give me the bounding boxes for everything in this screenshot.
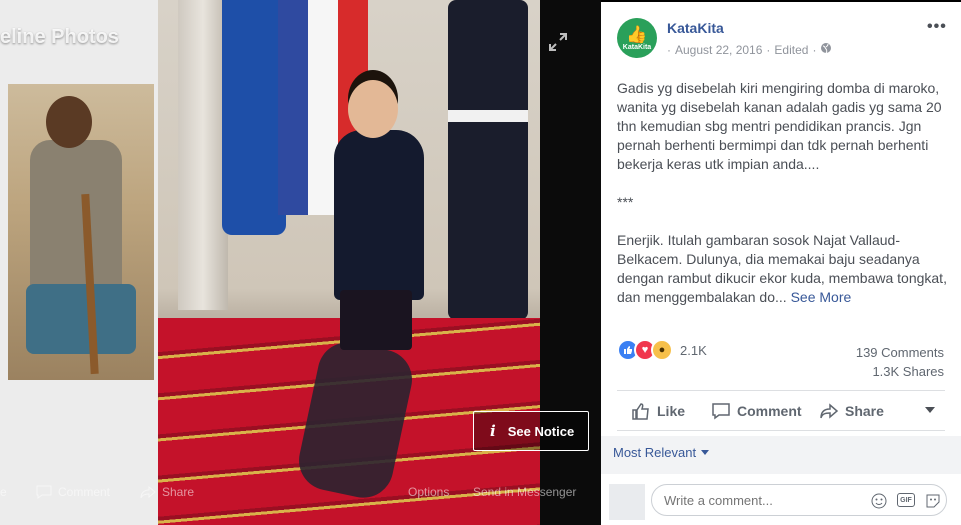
see-notice-label: See Notice <box>507 423 575 439</box>
comment-icon <box>36 485 52 499</box>
gif-icon[interactable]: GIF <box>897 493 915 507</box>
wow-reaction-icon: ● <box>651 339 673 361</box>
reactions-summary[interactable]: ♥ ● 2.1K <box>617 339 707 361</box>
user-avatar <box>609 484 645 520</box>
like-button[interactable]: Like <box>631 402 685 420</box>
share-icon <box>140 485 156 499</box>
comments-section: Most Relevant GIF <box>601 436 961 525</box>
page-name-link[interactable]: KataKita <box>667 20 724 36</box>
comment-tools: GIF <box>871 493 941 509</box>
post-date[interactable]: August 22, 2016 <box>675 43 762 57</box>
post-caption: Gadis yg disebelah kiri mengiring domba … <box>617 79 947 326</box>
post-action-bar: Like Comment Share <box>617 396 945 426</box>
divider <box>617 390 945 391</box>
edited-label[interactable]: Edited <box>774 43 808 57</box>
caption-paragraph: Enerjik. Itulah gambaran sosok Najat Val… <box>617 232 947 305</box>
chevron-down-icon[interactable] <box>925 407 935 413</box>
caret-down-icon <box>701 450 710 455</box>
post-panel: 👍 KataKita KataKita · August 22, 2016 · … <box>601 2 961 525</box>
photo-viewer: eline Photos i See Notice e Comment Shar… <box>0 0 601 525</box>
photo-comment-action[interactable]: Comment <box>36 485 110 499</box>
shepherd-girl-image <box>8 84 154 380</box>
comment-button[interactable]: Comment <box>711 402 802 420</box>
comment-sort-dropdown[interactable]: Most Relevant <box>613 445 710 460</box>
sticker-icon[interactable] <box>925 493 941 509</box>
post-meta: · August 22, 2016 · Edited · <box>667 42 832 57</box>
photo-action-bar: e Comment Share Options Send in Messenge… <box>0 481 601 503</box>
see-more-link[interactable]: See More <box>791 289 852 305</box>
info-icon: i <box>490 422 496 440</box>
see-notice-button[interactable]: i See Notice <box>473 411 589 451</box>
share-button[interactable]: Share <box>819 402 884 420</box>
left-photo-panel <box>0 0 158 525</box>
comments-count[interactable]: 139 Comments <box>856 343 944 362</box>
caption-separator: *** <box>617 194 634 210</box>
thumbs-up-icon: 👍 <box>626 24 648 44</box>
globe-icon[interactable] <box>820 42 832 57</box>
post-photo[interactable] <box>0 0 540 525</box>
post-stats: 139 Comments 1.3K Shares <box>856 343 944 381</box>
divider <box>617 430 945 431</box>
photo-share-action[interactable]: Share <box>140 485 194 499</box>
page-avatar[interactable]: 👍 KataKita <box>617 18 657 58</box>
photo-like-action[interactable]: e <box>0 485 7 499</box>
share-icon <box>820 403 839 419</box>
like-icon <box>632 403 649 420</box>
expand-icon[interactable] <box>548 32 568 52</box>
album-title[interactable]: eline Photos <box>0 26 119 49</box>
comment-icon <box>712 403 730 420</box>
shares-count[interactable]: 1.3K Shares <box>856 362 944 381</box>
send-in-messenger-action[interactable]: Send in Messenger <box>473 485 576 499</box>
emoji-icon[interactable] <box>871 493 887 509</box>
post-options-button[interactable]: ••• <box>927 18 947 36</box>
reaction-count: 2.1K <box>680 342 707 358</box>
comment-composer: GIF <box>601 474 961 525</box>
avatar-label: KataKita <box>622 43 652 51</box>
caption-paragraph: Gadis yg disebelah kiri mengiring domba … <box>617 80 942 172</box>
photo-options-action[interactable]: Options <box>408 485 449 499</box>
